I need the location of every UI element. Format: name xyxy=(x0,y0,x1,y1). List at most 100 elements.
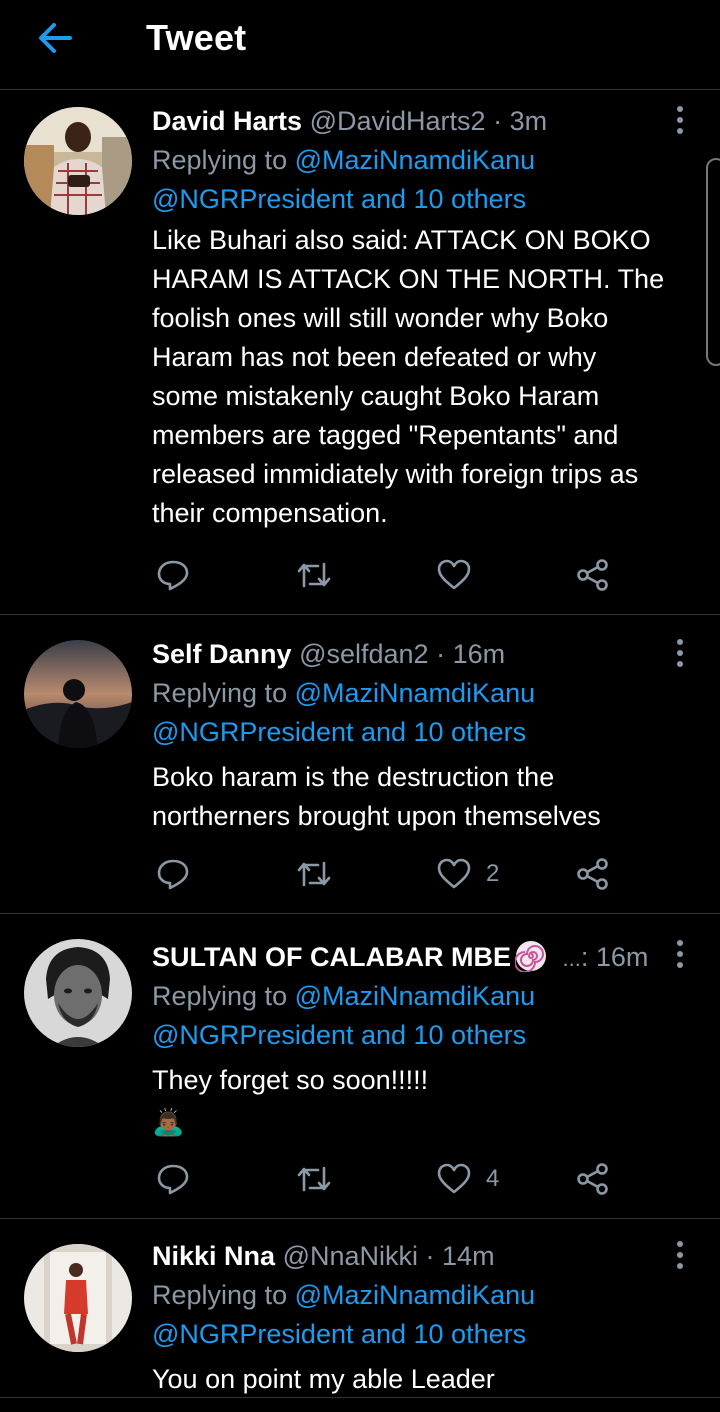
tweet-body: Nikki Nna @NnaNikki · 14m Replying to @M… xyxy=(152,1236,702,1399)
replying-to-label: Replying to xyxy=(152,1280,288,1310)
username[interactable]: ... xyxy=(562,946,580,971)
more-options-icon[interactable] xyxy=(670,1238,690,1272)
tweet-text-line: Boko haram is the destruction the xyxy=(152,762,555,792)
share-icon xyxy=(577,559,608,591)
tweet-text-line: some mistakenly caught Boko Haram xyxy=(152,381,600,411)
reply-tweet[interactable]: Nikki Nna @NnaNikki · 14m Replying to @M… xyxy=(0,1220,720,1398)
reply-icon xyxy=(157,1164,189,1195)
mention-link[interactable]: @MaziNnamdiKanu xyxy=(295,678,536,708)
reply-icon xyxy=(157,560,189,591)
like-button[interactable]: 4 xyxy=(436,1159,499,1199)
display-name[interactable]: David Harts xyxy=(152,106,302,136)
tweet-actions: 4 xyxy=(152,1159,632,1199)
share-icon xyxy=(577,1163,608,1195)
reply-tweet[interactable]: SULTAN OF CALABAR MBE ...: 16m Replying … xyxy=(0,915,720,1219)
top-app-bar: Tweet xyxy=(0,0,720,90)
separator: · xyxy=(436,639,446,669)
spiral-emoji-icon xyxy=(513,940,547,973)
tweet-text-line: foolish ones will still wonder why Boko xyxy=(152,303,609,333)
avatar[interactable] xyxy=(24,1244,132,1352)
scrollbar-thumb[interactable] xyxy=(706,158,720,366)
replying-to: Replying to @MaziNnamdiKanu xyxy=(152,141,702,180)
separator: · xyxy=(425,1241,435,1271)
avatar[interactable] xyxy=(24,640,132,748)
tweet-header: David Harts @DavidHarts2 · 3m xyxy=(152,101,702,141)
tweet-text-line: northerners brought upon themselves xyxy=(152,801,601,831)
share-button[interactable] xyxy=(576,555,610,595)
replying-to: Replying to @MaziNnamdiKanu xyxy=(152,977,702,1016)
tweet-text: They forget so soon!!!!! 🙇🏾‍♂️ xyxy=(152,1061,702,1144)
retweet-icon xyxy=(297,861,331,887)
timestamp: 3m xyxy=(509,106,548,136)
timestamp: 16m xyxy=(452,639,506,669)
heart-icon xyxy=(437,1163,471,1194)
heart-icon xyxy=(437,559,471,590)
tweet-text-line: members are tagged "Repentants" and xyxy=(152,420,619,450)
reply-tweet[interactable]: Self Danny @selfdan2 · 16m Replying to @… xyxy=(0,616,720,914)
tweet-body: SULTAN OF CALABAR MBE ...: 16m Replying … xyxy=(152,937,702,1144)
mention-others-link[interactable]: @NGRPresident and 10 others xyxy=(152,1315,702,1354)
reply-tweet[interactable]: David Harts @DavidHarts2 · 3m Replying t… xyxy=(0,91,720,615)
reply-button[interactable] xyxy=(156,854,190,894)
retweet-icon xyxy=(297,562,331,588)
tweet-actions xyxy=(152,555,632,595)
page-title: Tweet xyxy=(146,17,247,58)
share-icon xyxy=(577,858,608,890)
timestamp: 16m xyxy=(595,942,649,972)
like-button[interactable] xyxy=(436,555,486,595)
tweet-body: Self Danny @selfdan2 · 16m Replying to @… xyxy=(152,634,702,836)
heart-icon xyxy=(437,858,471,889)
reply-icon xyxy=(157,859,189,890)
tweet-header: Self Danny @selfdan2 · 16m xyxy=(152,634,702,674)
tweet-text-line: You on point my able Leader xyxy=(152,1364,495,1394)
mention-link[interactable]: @MaziNnamdiKanu xyxy=(295,981,536,1011)
tweet-text: Boko haram is the destruction the northe… xyxy=(152,758,702,836)
like-count: 2 xyxy=(486,860,500,887)
share-button[interactable] xyxy=(576,854,610,894)
more-options-icon[interactable] xyxy=(670,636,690,670)
tweet-text: You on point my able Leader xyxy=(152,1360,702,1399)
mention-link[interactable]: @MaziNnamdiKanu xyxy=(295,145,536,175)
tweet-text-line: Haram has not been defeated or why xyxy=(152,342,597,372)
retweet-button[interactable] xyxy=(296,1159,332,1199)
username[interactable]: @DavidHarts2 xyxy=(310,106,486,136)
reply-button[interactable] xyxy=(156,555,190,595)
username[interactable]: @selfdan2 xyxy=(299,639,429,669)
tweet-text-line: Like Buhari also said: ATTACK ON BOKO xyxy=(152,225,651,255)
replying-to-label: Replying to xyxy=(152,145,288,175)
more-options-icon[interactable] xyxy=(670,937,690,971)
avatar[interactable] xyxy=(24,107,132,215)
tweet-actions: 2 xyxy=(152,854,632,894)
tweet-header: SULTAN OF CALABAR MBE ...: 16m xyxy=(152,937,702,977)
mention-link[interactable]: @MaziNnamdiKanu xyxy=(295,1280,536,1310)
tweet-text-line: HARAM IS ATTACK ON THE NORTH. The xyxy=(152,264,665,294)
separator: : xyxy=(580,942,589,972)
retweet-button[interactable] xyxy=(296,854,332,894)
replying-to-label: Replying to xyxy=(152,678,288,708)
tweet-text: Like Buhari also said: ATTACK ON BOKO HA… xyxy=(152,221,702,533)
display-name[interactable]: SULTAN OF CALABAR MBE xyxy=(152,942,511,972)
back-arrow-icon[interactable] xyxy=(34,18,78,58)
tweet-text-line: They forget so soon!!!!! xyxy=(152,1065,429,1095)
mention-others-link[interactable]: @NGRPresident and 10 others xyxy=(152,180,702,219)
display-name[interactable]: Nikki Nna xyxy=(152,1241,275,1271)
share-button[interactable] xyxy=(576,1159,610,1199)
tweet-text-line: released immidiately with foreign trips … xyxy=(152,459,639,489)
tweet-screen: Tweet David Harts @DavidHarts2 · 3m Repl… xyxy=(0,0,720,1412)
tweet-header: Nikki Nna @NnaNikki · 14m xyxy=(152,1236,702,1276)
timestamp: 14m xyxy=(442,1241,495,1271)
replying-to: Replying to @MaziNnamdiKanu xyxy=(152,1276,702,1315)
separator: · xyxy=(493,106,503,136)
more-options-icon[interactable] xyxy=(670,103,690,137)
like-button[interactable]: 2 xyxy=(436,854,499,894)
display-name[interactable]: Self Danny xyxy=(152,639,292,669)
retweet-button[interactable] xyxy=(296,555,332,595)
avatar[interactable] xyxy=(24,939,132,1047)
tweet-body: David Harts @DavidHarts2 · 3m Replying t… xyxy=(152,101,702,533)
username[interactable]: @NnaNikki xyxy=(283,1241,418,1271)
mention-others-link[interactable]: @NGRPresident and 10 others xyxy=(152,713,702,752)
mention-others-link[interactable]: @NGRPresident and 10 others xyxy=(152,1016,702,1055)
replying-to-label: Replying to xyxy=(152,981,288,1011)
like-count: 4 xyxy=(486,1165,500,1192)
reply-button[interactable] xyxy=(156,1159,190,1199)
